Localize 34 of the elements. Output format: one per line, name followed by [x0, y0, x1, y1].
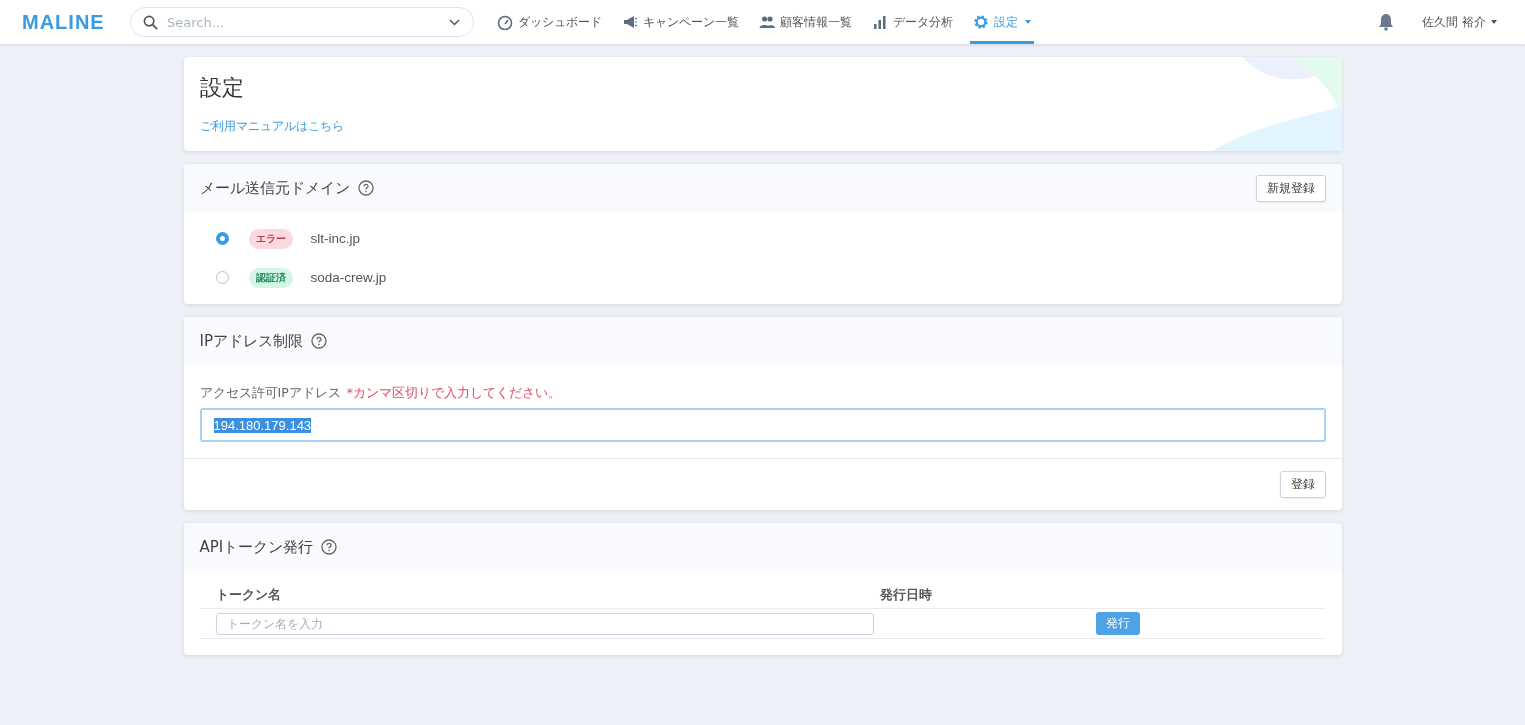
column-header: 発行日時 — [879, 587, 933, 604]
nav-tab[interactable]: キャンペーン一覧 — [619, 0, 742, 44]
megaphone-icon — [622, 14, 638, 30]
section-title: APIトークン発行 — [199, 537, 314, 557]
section-title: メール送信元ドメイン — [199, 178, 350, 198]
caret-icon — [1025, 20, 1031, 24]
register-button[interactable]: 登録 — [1279, 471, 1326, 498]
new-registration-button[interactable]: 新規登録 — [1255, 174, 1326, 202]
page-title: 設定 — [199, 74, 245, 102]
field-label: アクセス許可IPアドレス — [199, 385, 341, 402]
help-icon[interactable] — [357, 180, 374, 196]
input-note: *カンマ区切りで入力してください。 — [346, 385, 561, 402]
domain-name: slt-inc.jp — [310, 231, 360, 246]
help-icon[interactable] — [321, 539, 338, 555]
nav-tab[interactable]: データ分析 — [869, 0, 956, 44]
token-name-field[interactable]: トークン名を入力 — [215, 612, 874, 635]
people-icon — [759, 14, 775, 30]
status-badge: 認証済 — [248, 267, 293, 288]
chevron-down-icon[interactable] — [449, 19, 460, 26]
bell-icon[interactable] — [1378, 13, 1395, 31]
gauge-icon — [497, 14, 513, 30]
section-title: IPアドレス制限 — [199, 331, 303, 351]
domain-name: soda-crew.jp — [310, 270, 387, 285]
nav-tab[interactable]: ダッシュボード — [494, 0, 605, 44]
column-header: トークン名 — [215, 587, 282, 604]
gear-icon — [973, 14, 989, 30]
status-badge: エラー — [248, 228, 293, 249]
search-icon — [143, 15, 158, 30]
nav-tab[interactable]: 顧客情報一覧 — [756, 0, 855, 44]
radio-button[interactable] — [215, 232, 229, 245]
search-field[interactable]: Search... — [130, 7, 474, 37]
help-icon[interactable] — [311, 333, 327, 349]
user-menu[interactable]: 佐久間 裕介 — [1422, 14, 1497, 30]
chart-icon — [872, 14, 888, 30]
